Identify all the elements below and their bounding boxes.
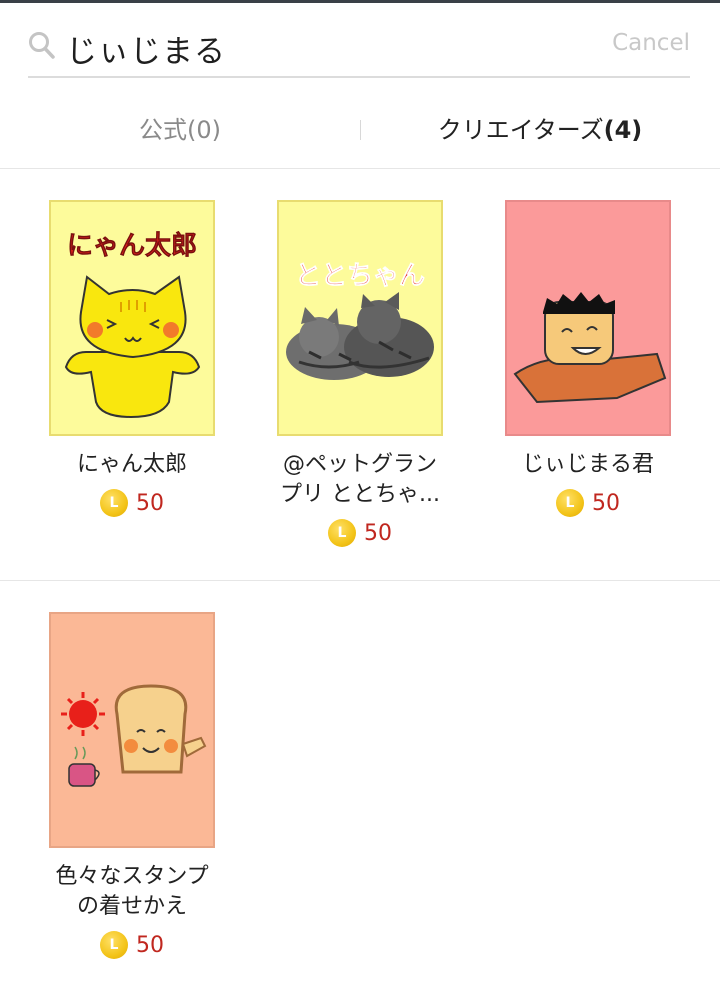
sticker-name[interactable]: 色々なスタンプ の着せかえ (32, 862, 232, 922)
sticker-thumbnail[interactable] (505, 200, 671, 436)
price: L 50 (260, 518, 460, 548)
cats-photo: ととちゃん (286, 261, 434, 380)
tab-creators[interactable]: クリエイターズ(4) (360, 110, 720, 145)
tab-official-label: 公式(0) (139, 116, 221, 144)
row-divider (0, 580, 720, 581)
thumb-title-text: ととちゃん (295, 261, 425, 291)
search-input[interactable]: じぃじまる (66, 26, 226, 71)
price-value: 50 (136, 932, 164, 958)
toast-illustration (61, 684, 207, 787)
sticker-name[interactable]: じぃじまる君 (488, 450, 688, 480)
list-item[interactable]: じぃじまる君 L 50 (488, 200, 688, 518)
line-coin-icon: L (556, 489, 584, 517)
price: L 50 (488, 488, 688, 518)
list-item[interactable]: ととちゃん @ペットグラン プリ ととちゃ... L 50 (260, 200, 460, 548)
tab-creators-label: クリエイターズ (437, 116, 604, 144)
price-value: 50 (136, 490, 164, 516)
sticker-thumbnail[interactable]: にゃん太郎 (49, 200, 215, 436)
thumb-title-text: にゃん太郎 (67, 231, 197, 261)
list-item[interactable]: 色々なスタンプ の着せかえ L 50 (32, 612, 232, 960)
price-value: 50 (592, 490, 620, 516)
sticker-thumbnail[interactable]: ととちゃん (277, 200, 443, 436)
line-coin-icon: L (100, 931, 128, 959)
line-coin-icon: L (100, 489, 128, 517)
line-coin-icon: L (328, 519, 356, 547)
price: L 50 (32, 930, 232, 960)
sticker-name[interactable]: にゃん太郎 (32, 450, 232, 480)
tab-creators-count: (4) (603, 116, 643, 144)
tab-official[interactable]: 公式(0) (0, 110, 360, 145)
sticker-thumbnail[interactable] (49, 612, 215, 848)
top-status-line (0, 0, 720, 3)
boy-illustration (513, 292, 667, 404)
price: L 50 (32, 488, 232, 518)
sticker-name[interactable]: @ペットグラン プリ ととちゃ... (260, 450, 460, 510)
cat-illustration: にゃん太郎 (64, 231, 201, 419)
list-item[interactable]: にゃん太郎 にゃん太郎 L 50 (32, 200, 232, 518)
cancel-button[interactable]: Cancel (612, 30, 690, 56)
search-bar: じぃじまる Cancel (28, 18, 690, 78)
tab-bar: 公式(0) クリエイターズ(4) (0, 96, 720, 169)
price-value: 50 (364, 520, 392, 546)
search-icon[interactable] (28, 30, 56, 60)
